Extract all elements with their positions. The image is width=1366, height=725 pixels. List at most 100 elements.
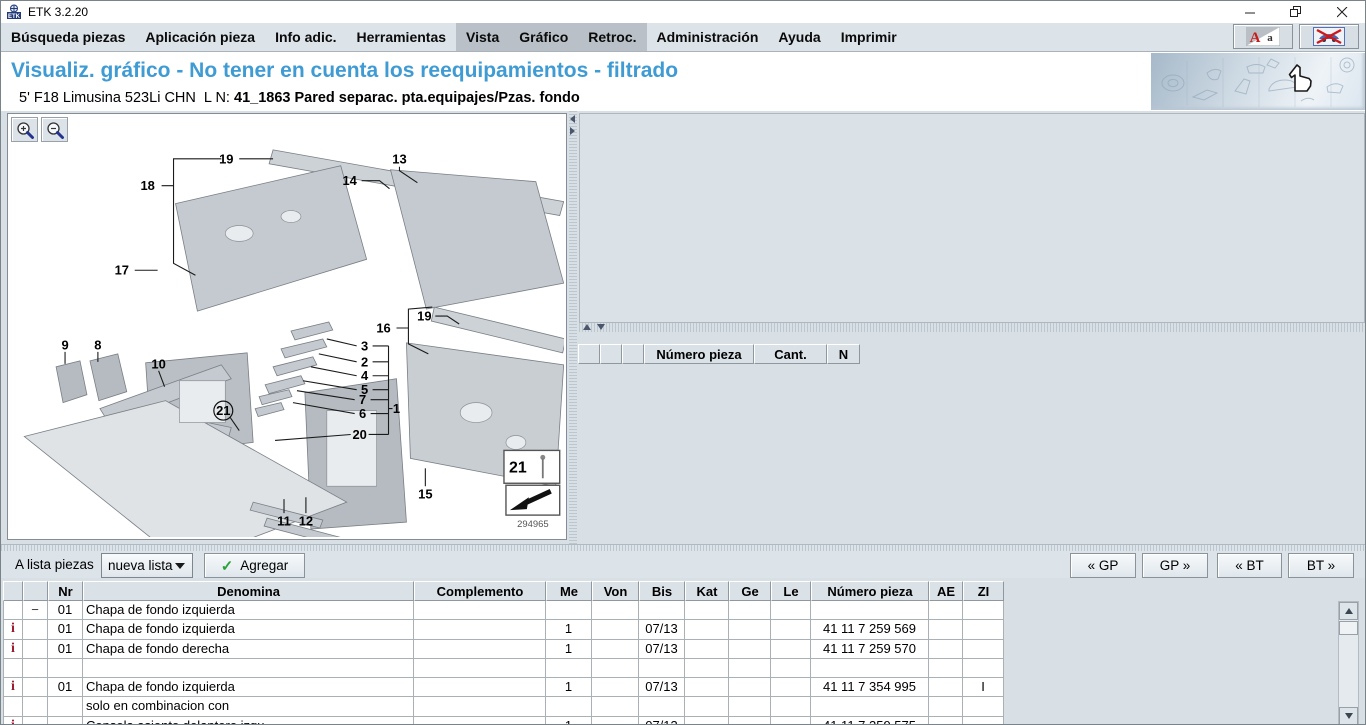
- menubar-buttons: A a: [1233, 24, 1359, 49]
- menu-vista[interactable]: Vista: [456, 23, 509, 51]
- cell-info: i: [3, 640, 23, 659]
- collapse-up-icon[interactable]: [583, 324, 591, 330]
- cell-numero: 41 11 7 259 570: [811, 640, 929, 659]
- check-icon: ✓: [221, 557, 234, 575]
- cell-nr: 01: [48, 640, 83, 659]
- cell-nr: [48, 697, 83, 716]
- menu-gr-fico[interactable]: Gráfico: [509, 23, 578, 51]
- table-row[interactable]: i01Chapa de fondo derecha107/1341 11 7 2…: [3, 640, 1004, 659]
- callout-12[interactable]: 12: [299, 514, 313, 529]
- callout-10[interactable]: 10: [151, 356, 165, 371]
- cell-expand: [23, 659, 48, 678]
- callout-2[interactable]: 2: [361, 354, 368, 369]
- cell-ge: [729, 601, 771, 620]
- callout-6[interactable]: 6: [359, 406, 366, 421]
- collapse-left-icon[interactable]: [570, 115, 575, 123]
- col-ge: Ge: [729, 581, 771, 601]
- font-size-button[interactable]: A a: [1233, 24, 1293, 49]
- callout-20[interactable]: 20: [352, 427, 366, 442]
- close-button[interactable]: [1319, 1, 1365, 23]
- callout-1[interactable]: 1: [393, 401, 400, 416]
- cell-info: i: [3, 620, 23, 639]
- add-button-label: Agregar: [240, 558, 288, 573]
- cell-zi: [963, 717, 1004, 725]
- col-nr: Nr: [48, 581, 83, 601]
- callout-9[interactable]: 9: [61, 337, 68, 352]
- list-select[interactable]: nueva lista: [101, 553, 193, 578]
- menu-b-squeda-piezas[interactable]: Búsqueda piezas: [1, 23, 135, 51]
- horizontal-splitter[interactable]: [579, 323, 1365, 332]
- callout-13[interactable]: 13: [392, 151, 406, 166]
- menu-retroc-[interactable]: Retroc.: [578, 23, 646, 51]
- minimize-button[interactable]: [1227, 1, 1273, 23]
- callout-19[interactable]: 19: [219, 151, 233, 166]
- collapse-right-icon[interactable]: [570, 127, 575, 135]
- vertical-splitter[interactable]: [569, 111, 577, 544]
- callout-15[interactable]: 15: [418, 487, 432, 502]
- callout-3[interactable]: 3: [361, 338, 368, 353]
- parts-list-table: NrDenominaComplementoMeVonBisKatGeLeNúme…: [1, 578, 1365, 725]
- cell-expand: [23, 697, 48, 716]
- cell-nr: [48, 717, 83, 725]
- scrollbar-thumb[interactable]: [1339, 621, 1358, 635]
- vertical-scrollbar[interactable]: [1338, 601, 1359, 725]
- vehicle-info: 5' F18 Limusina 523Li CHN L N: 41_1863 P…: [19, 90, 580, 106]
- table-row[interactable]: i01Chapa de fondo izquierda107/1341 11 7…: [3, 620, 1004, 639]
- graphic-panel[interactable]: 19181314171619324571620981021151112 21 2…: [7, 113, 567, 540]
- menu-imprimir[interactable]: Imprimir: [831, 23, 907, 51]
- zoom-in-button[interactable]: [11, 117, 38, 142]
- bt-prev-button[interactable]: « BT: [1217, 553, 1282, 578]
- menu-ayuda[interactable]: Ayuda: [768, 23, 830, 51]
- callout-18[interactable]: 18: [140, 178, 154, 193]
- exploded-diagram[interactable]: 19181314171619324571620981021151112 21 2…: [8, 114, 564, 537]
- cell-von: [592, 678, 639, 697]
- gp-prev-button[interactable]: « GP: [1070, 553, 1136, 578]
- toolbar-splitter[interactable]: [1, 545, 1365, 551]
- titlebar: ETK ETK 3.2.20: [1, 1, 1365, 23]
- cell-ge: [729, 640, 771, 659]
- detail-col-n: N: [827, 344, 860, 364]
- gp-next-button[interactable]: GP »: [1142, 553, 1208, 578]
- cell-complemento: [414, 717, 546, 725]
- menu-aplicaci-n-pieza[interactable]: Aplicación pieza: [135, 23, 265, 51]
- arrow-up-icon: [1345, 608, 1353, 614]
- callout-21[interactable]: 21: [216, 403, 230, 418]
- bt-next-button[interactable]: BT »: [1288, 553, 1354, 578]
- callout-4[interactable]: 4: [361, 368, 369, 383]
- cell-von: [592, 640, 639, 659]
- window-title: ETK 3.2.20: [28, 5, 88, 19]
- scroll-down-button[interactable]: [1339, 707, 1358, 725]
- app-window: ETK ETK 3.2.20 Búsqueda piezasAplicación…: [0, 0, 1366, 725]
- table-row[interactable]: −01Chapa de fondo izquierda: [3, 601, 1004, 620]
- table-row[interactable]: iConsola asiento delantero izqu107/1341 …: [3, 717, 1004, 725]
- restore-button[interactable]: [1273, 1, 1319, 23]
- callout-17[interactable]: 17: [115, 263, 129, 278]
- cell-me: 1: [546, 717, 592, 725]
- hide-graphic-button[interactable]: [1299, 24, 1359, 49]
- cell-le: [771, 640, 811, 659]
- callout-14[interactable]: 14: [343, 173, 358, 188]
- callout-8[interactable]: 8: [94, 337, 101, 352]
- scroll-up-button[interactable]: [1339, 602, 1358, 620]
- cell-zi: [963, 601, 1004, 620]
- table-row[interactable]: solo en combinacion con: [3, 697, 1004, 716]
- menu-administraci-n[interactable]: Administración: [647, 23, 769, 51]
- collapse-down-icon[interactable]: [597, 324, 605, 330]
- table-row[interactable]: [3, 659, 1004, 678]
- cell-kat: [685, 601, 729, 620]
- cell-complemento: [414, 620, 546, 639]
- cell-ae: [929, 659, 963, 678]
- cell-denomina: Consola asiento delantero izqu: [83, 717, 414, 725]
- callout-11[interactable]: 11: [277, 514, 291, 529]
- zoom-out-button[interactable]: [41, 117, 68, 142]
- callout-7[interactable]: 7: [359, 392, 366, 407]
- svg-text:A: A: [1250, 30, 1261, 46]
- table-row[interactable]: i01Chapa de fondo izquierda107/1341 11 7…: [3, 678, 1004, 697]
- callout-19[interactable]: 19: [417, 309, 431, 324]
- cell-kat: [685, 697, 729, 716]
- callout-16[interactable]: 16: [376, 320, 390, 335]
- menu-info-adic-[interactable]: Info adic.: [265, 23, 346, 51]
- menu-herramientas[interactable]: Herramientas: [347, 23, 457, 51]
- add-button[interactable]: ✓ Agregar: [204, 553, 305, 578]
- col-complemento: Complemento: [414, 581, 546, 601]
